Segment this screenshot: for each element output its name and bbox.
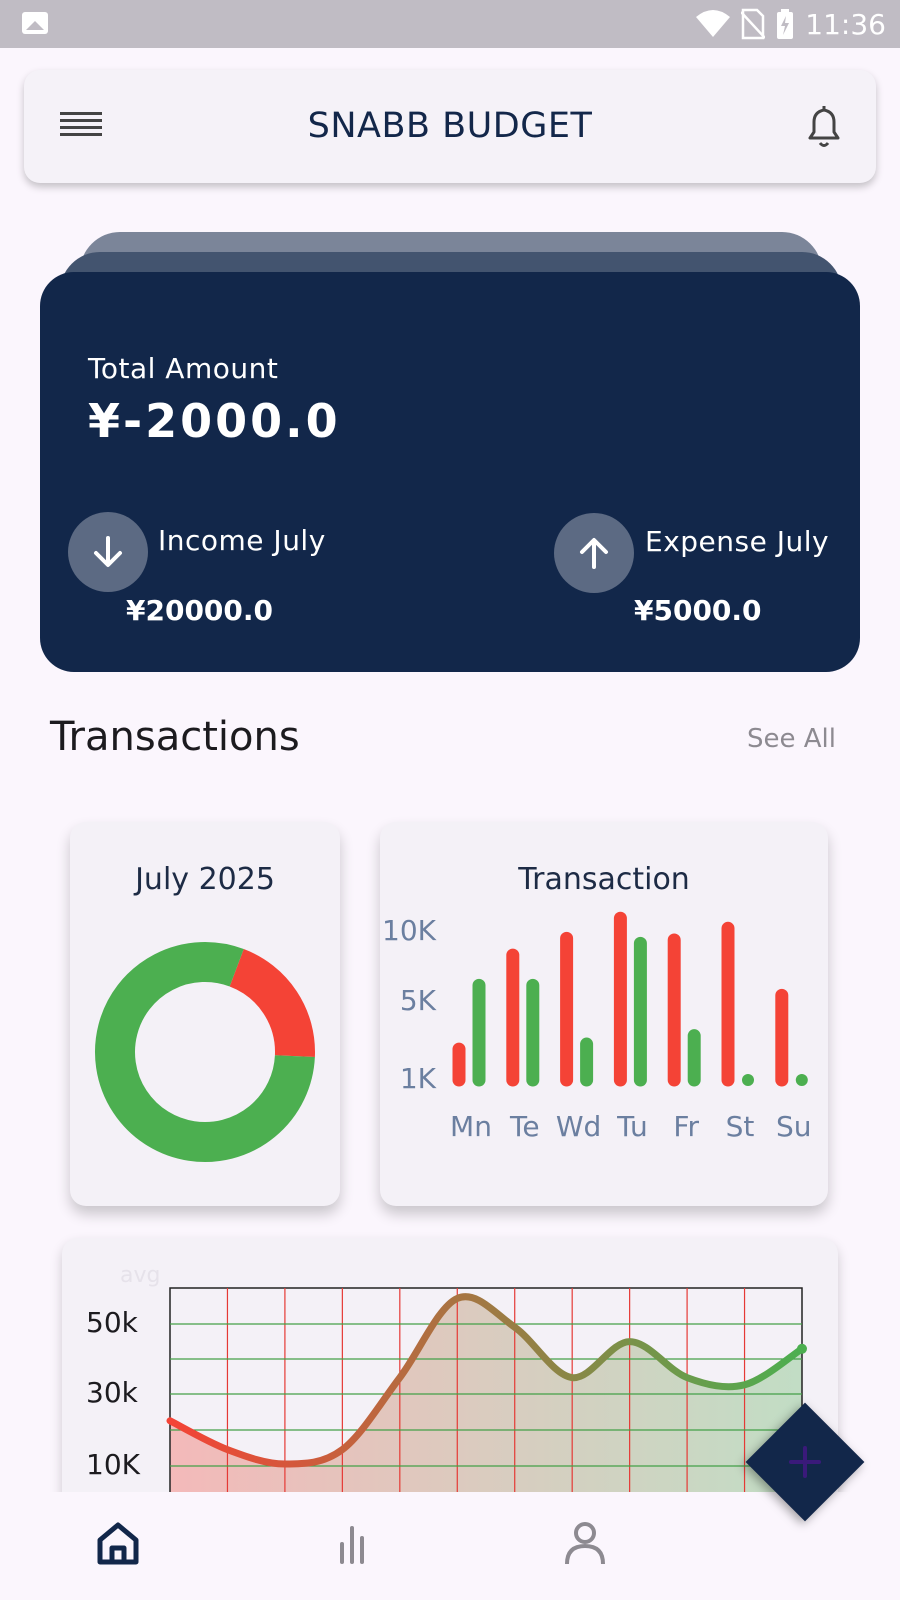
income-value: ¥20000.0: [126, 594, 274, 627]
bottom-navigation: [0, 1492, 900, 1600]
x-tick-label: Su: [776, 1110, 812, 1143]
status-icons: 11:36: [695, 6, 886, 42]
donut-card[interactable]: July 2025: [70, 822, 340, 1206]
status-time: 11:36: [805, 7, 886, 41]
y-tick-label: 30k: [86, 1376, 139, 1409]
x-tick-label: Fr: [673, 1110, 699, 1143]
x-tick-label: Wd: [556, 1110, 601, 1143]
bar-chart: 10K 5K 1K Mn Te Wd Tu Fr St Su: [382, 911, 812, 1143]
balance-card[interactable]: Total Amount ¥-2000.0 Income July ¥20000…: [40, 272, 860, 672]
expense-button[interactable]: [554, 513, 634, 593]
status-bar: 11:36: [0, 0, 900, 48]
income-button[interactable]: [68, 512, 148, 592]
expense-label: Expense July: [645, 525, 830, 558]
x-tick-label: Te: [509, 1110, 540, 1143]
plus-icon: [789, 1446, 821, 1478]
donut-slice-0: [228, 949, 315, 1058]
y-tick-label: 5K: [400, 984, 437, 1017]
y-tick-label: 10K: [86, 1448, 141, 1481]
profile-icon[interactable]: [555, 1512, 615, 1572]
total-amount-label: Total Amount: [88, 352, 279, 385]
x-tick-label: St: [726, 1110, 755, 1143]
arrow-down-icon: [94, 536, 122, 567]
app-bar: SNABB BUDGET: [24, 70, 876, 183]
y-tick-label: 50k: [86, 1306, 139, 1339]
y-tick-label: 1K: [400, 1062, 437, 1095]
income-label: Income July: [158, 524, 326, 557]
app-title: SNABB BUDGET: [307, 106, 593, 146]
home-icon[interactable]: [88, 1512, 148, 1572]
transactions-title: Transactions: [50, 714, 300, 760]
total-amount-value: ¥-2000.0: [88, 394, 341, 448]
arrow-up-icon: [580, 538, 608, 569]
see-all-link[interactable]: See All: [747, 724, 836, 754]
bar-chart-card[interactable]: Transaction 10K 5K 1K Mn Te Wd Tu Fr St Su: [380, 822, 828, 1206]
battery-charging-icon: [777, 9, 794, 39]
expense-value: ¥5000.0: [634, 594, 762, 627]
stats-icon[interactable]: [322, 1512, 382, 1572]
donut-chart: [95, 942, 315, 1162]
y-tick-label: 10K: [382, 914, 437, 947]
image-icon: [22, 12, 48, 34]
bell-icon[interactable]: [802, 104, 846, 150]
bar: [795, 1074, 808, 1086]
bar: [742, 1074, 754, 1086]
no-sim-icon: [741, 8, 766, 40]
series-endpoint: [797, 1343, 807, 1354]
x-tick-label: Mn: [450, 1110, 492, 1143]
x-tick-label: Tu: [616, 1110, 648, 1143]
wifi-icon: [696, 10, 731, 37]
avg-label: avg: [120, 1263, 160, 1288]
